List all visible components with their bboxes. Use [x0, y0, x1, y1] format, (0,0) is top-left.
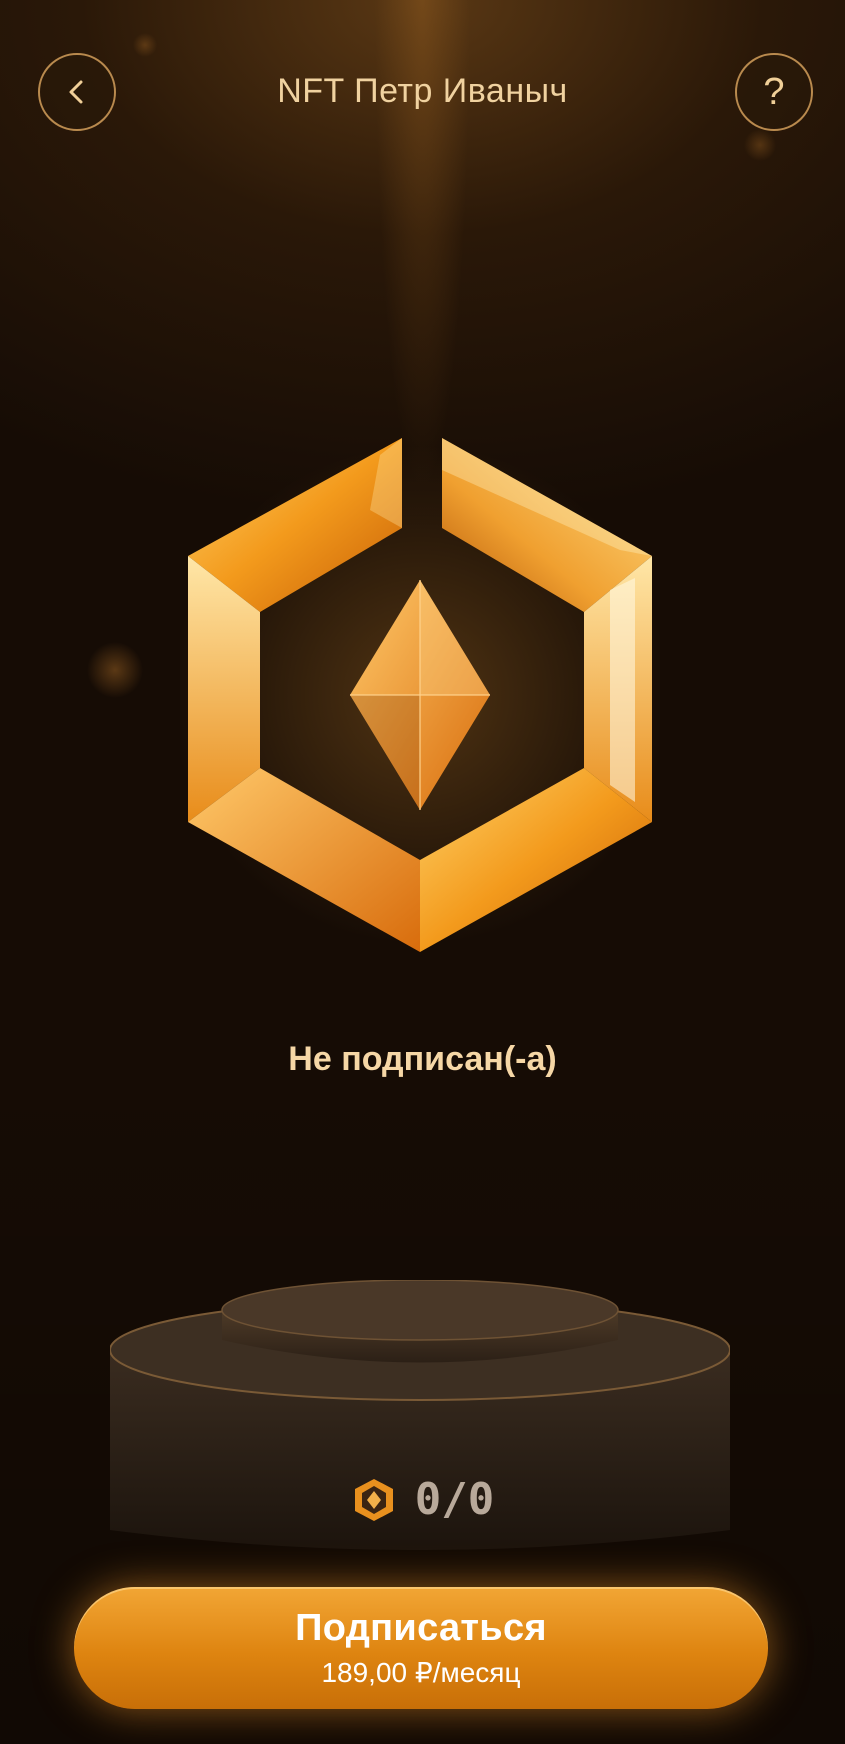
help-button[interactable]: ? — [735, 53, 813, 131]
nft-counter: 0/0 — [0, 1474, 845, 1525]
nft-emblem-icon — [180, 438, 660, 952]
page-title: NFT Петр Иваныч — [277, 72, 568, 110]
subscribe-button[interactable]: Подписаться 189,00 ₽/месяц — [74, 1587, 768, 1709]
nft-count: 0/0 — [414, 1474, 495, 1525]
hexagon-token-icon — [354, 1478, 393, 1521]
subscribe-price: 189,00 ₽/месяц — [321, 1657, 521, 1688]
subscribe-label: Подписаться — [295, 1607, 547, 1649]
question-icon: ? — [763, 70, 785, 113]
subscription-status: Не подписан(-а) — [288, 1040, 557, 1078]
